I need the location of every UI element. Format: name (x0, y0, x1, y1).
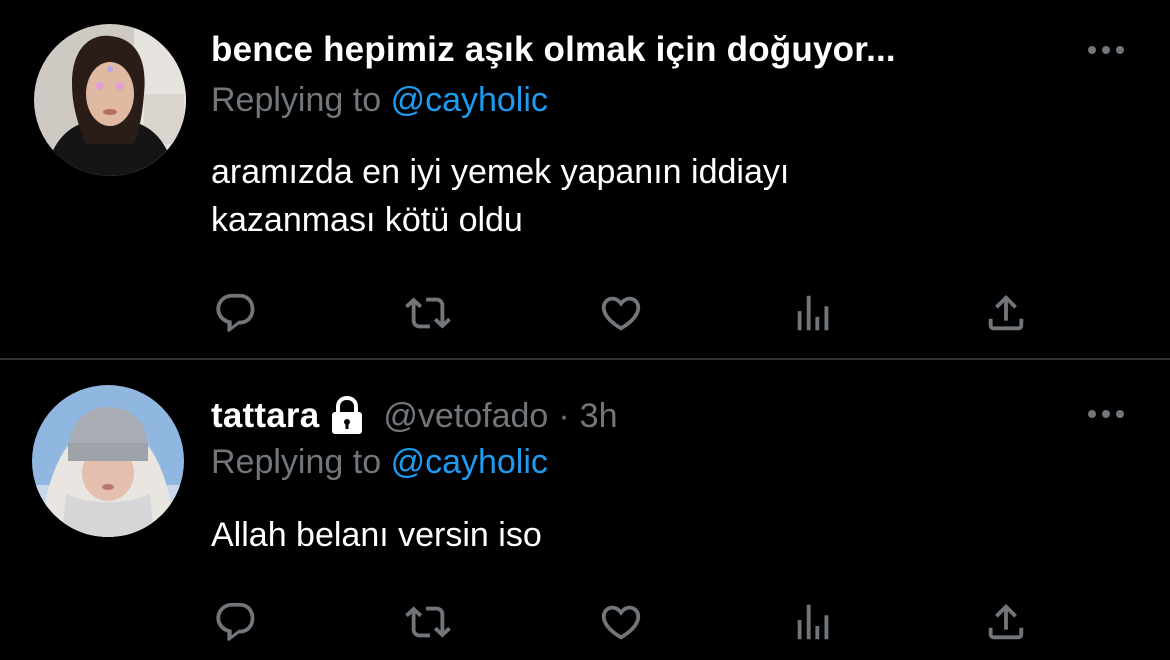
action-bar (211, 597, 1041, 647)
reply-button[interactable] (211, 597, 261, 647)
avatar[interactable] (34, 24, 186, 176)
analytics-button[interactable] (788, 288, 838, 338)
display-name[interactable]: tattara (211, 396, 319, 436)
reply-icon (213, 599, 259, 645)
replying-prefix: Replying to (211, 443, 382, 481)
display-name[interactable]: bence hepimiz aşık olmak için doğuyor... (211, 30, 896, 70)
tweet-text-line: kazanması kötü oldu (211, 201, 523, 239)
like-button[interactable] (596, 597, 646, 647)
replying-handle-link[interactable]: @cayholic (391, 81, 548, 119)
lock-icon (332, 396, 363, 434)
tweet-divider (0, 358, 1170, 360)
tweet-text-line: Allah belanı versin iso (211, 516, 542, 554)
retweet-icon (405, 290, 451, 336)
replying-to: Replying to @cayholic (211, 443, 548, 482)
like-icon (598, 290, 644, 336)
tweet-header: bence hepimiz aşık olmak için doğuyor... (211, 28, 896, 72)
replying-prefix: Replying to (211, 81, 382, 119)
reply-icon (213, 290, 259, 336)
share-icon (983, 290, 1029, 336)
share-button[interactable] (981, 288, 1031, 338)
analytics-icon (790, 599, 836, 645)
like-button[interactable] (596, 288, 646, 338)
profile-photo-icon (32, 385, 184, 537)
like-icon (598, 599, 644, 645)
separator-dot: · (558, 396, 570, 435)
timestamp[interactable]: 3h (580, 397, 618, 436)
reply-button[interactable] (211, 288, 261, 338)
tweet-reply-1[interactable]: bence hepimiz aşık olmak için doğuyor...… (0, 0, 1170, 358)
profile-photo-icon (34, 24, 186, 176)
replying-to: Replying to @cayholic (211, 81, 548, 120)
avatar[interactable] (32, 385, 184, 537)
retweet-button[interactable] (403, 597, 453, 647)
retweet-icon (405, 599, 451, 645)
tweet-text: aramızda en iyi yemek yapanın iddiayı ka… (211, 148, 1111, 244)
more-dots-icon[interactable] (1086, 42, 1126, 58)
analytics-button[interactable] (788, 597, 838, 647)
tweet-text-line: aramızda en iyi yemek yapanın iddiayı (211, 153, 790, 191)
tweet-header: tattara @vetofado · 3h (211, 394, 618, 438)
share-icon (983, 599, 1029, 645)
tweet-text: Allah belanı versin iso (211, 511, 1111, 559)
more-dots-icon[interactable] (1086, 406, 1126, 422)
action-bar (211, 288, 1041, 338)
tweet-reply-2[interactable]: tattara @vetofado · 3h Replying to @cayh… (0, 361, 1170, 660)
retweet-button[interactable] (403, 288, 453, 338)
user-handle[interactable]: @vetofado (383, 397, 548, 436)
analytics-icon (790, 290, 836, 336)
replying-handle-link[interactable]: @cayholic (391, 443, 548, 481)
share-button[interactable] (981, 597, 1031, 647)
